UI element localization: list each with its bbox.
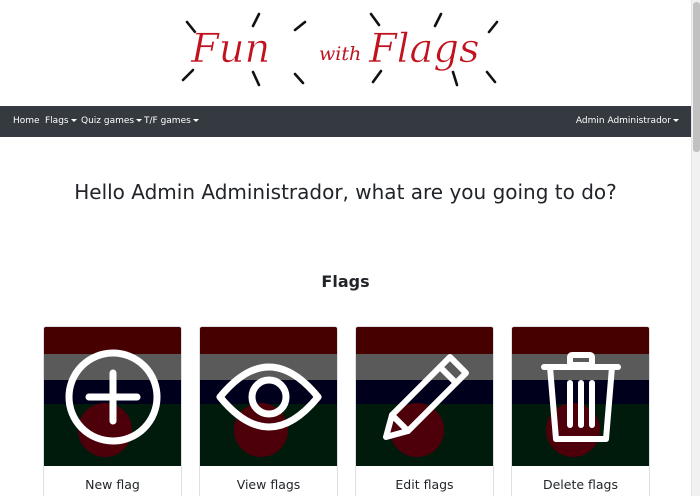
card-delete-flags[interactable]: Delete flags <box>511 326 650 496</box>
nav-home-link[interactable]: Home <box>13 106 40 137</box>
logo-text-flags: Flags <box>368 26 480 72</box>
card-label: View flags <box>236 477 301 492</box>
card-view-flags[interactable]: View flags <box>199 326 338 496</box>
nav-home-label: Home <box>13 116 40 126</box>
card-image <box>356 327 493 466</box>
chevron-down-icon <box>673 119 679 122</box>
card-new-flag[interactable]: New flag <box>43 326 182 496</box>
user-menu-dropdown[interactable]: Admin Administrador <box>576 106 679 137</box>
main-navbar: Home Flags Quiz games T/F games Admin Ad… <box>0 106 691 137</box>
plus-circle-icon <box>65 349 161 445</box>
card-label: Delete flags <box>542 477 619 492</box>
card-image <box>44 327 181 466</box>
user-menu-label: Admin Administrador <box>575 116 671 126</box>
chevron-down-icon <box>192 119 199 122</box>
card-edit-flags[interactable]: Edit flags <box>355 326 494 496</box>
trash-icon <box>541 352 621 442</box>
logo-text-fun: Fun <box>190 26 270 72</box>
eye-icon <box>216 363 322 431</box>
fun-with-flags-logo[interactable]: Fun with Flags <box>175 10 515 90</box>
card-image <box>200 327 337 466</box>
nav-tf-games-label: T/F games <box>144 116 191 126</box>
chevron-down-icon <box>70 119 77 122</box>
section-title-flags: Flags <box>321 272 370 291</box>
card-label: New flag <box>85 477 140 492</box>
nav-tf-games-dropdown[interactable]: T/F games <box>144 106 199 137</box>
scrollbar-thumb[interactable] <box>693 2 700 152</box>
greeting-heading: Hello Admin Administrador, what are you … <box>74 180 617 204</box>
page-scrollbar[interactable] <box>691 0 700 496</box>
card-image <box>512 327 649 466</box>
nav-quiz-games-dropdown[interactable]: Quiz games <box>81 106 143 137</box>
nav-quiz-games-label: Quiz games <box>81 116 135 126</box>
nav-flags-dropdown[interactable]: Flags <box>45 106 77 137</box>
pencil-icon <box>383 354 469 440</box>
nav-flags-label: Flags <box>45 116 69 126</box>
chevron-down-icon <box>136 119 143 122</box>
logo-graphic: Fun with Flags <box>181 12 499 87</box>
logo-text-with: with <box>319 43 361 65</box>
card-label: Edit flags <box>395 477 454 492</box>
